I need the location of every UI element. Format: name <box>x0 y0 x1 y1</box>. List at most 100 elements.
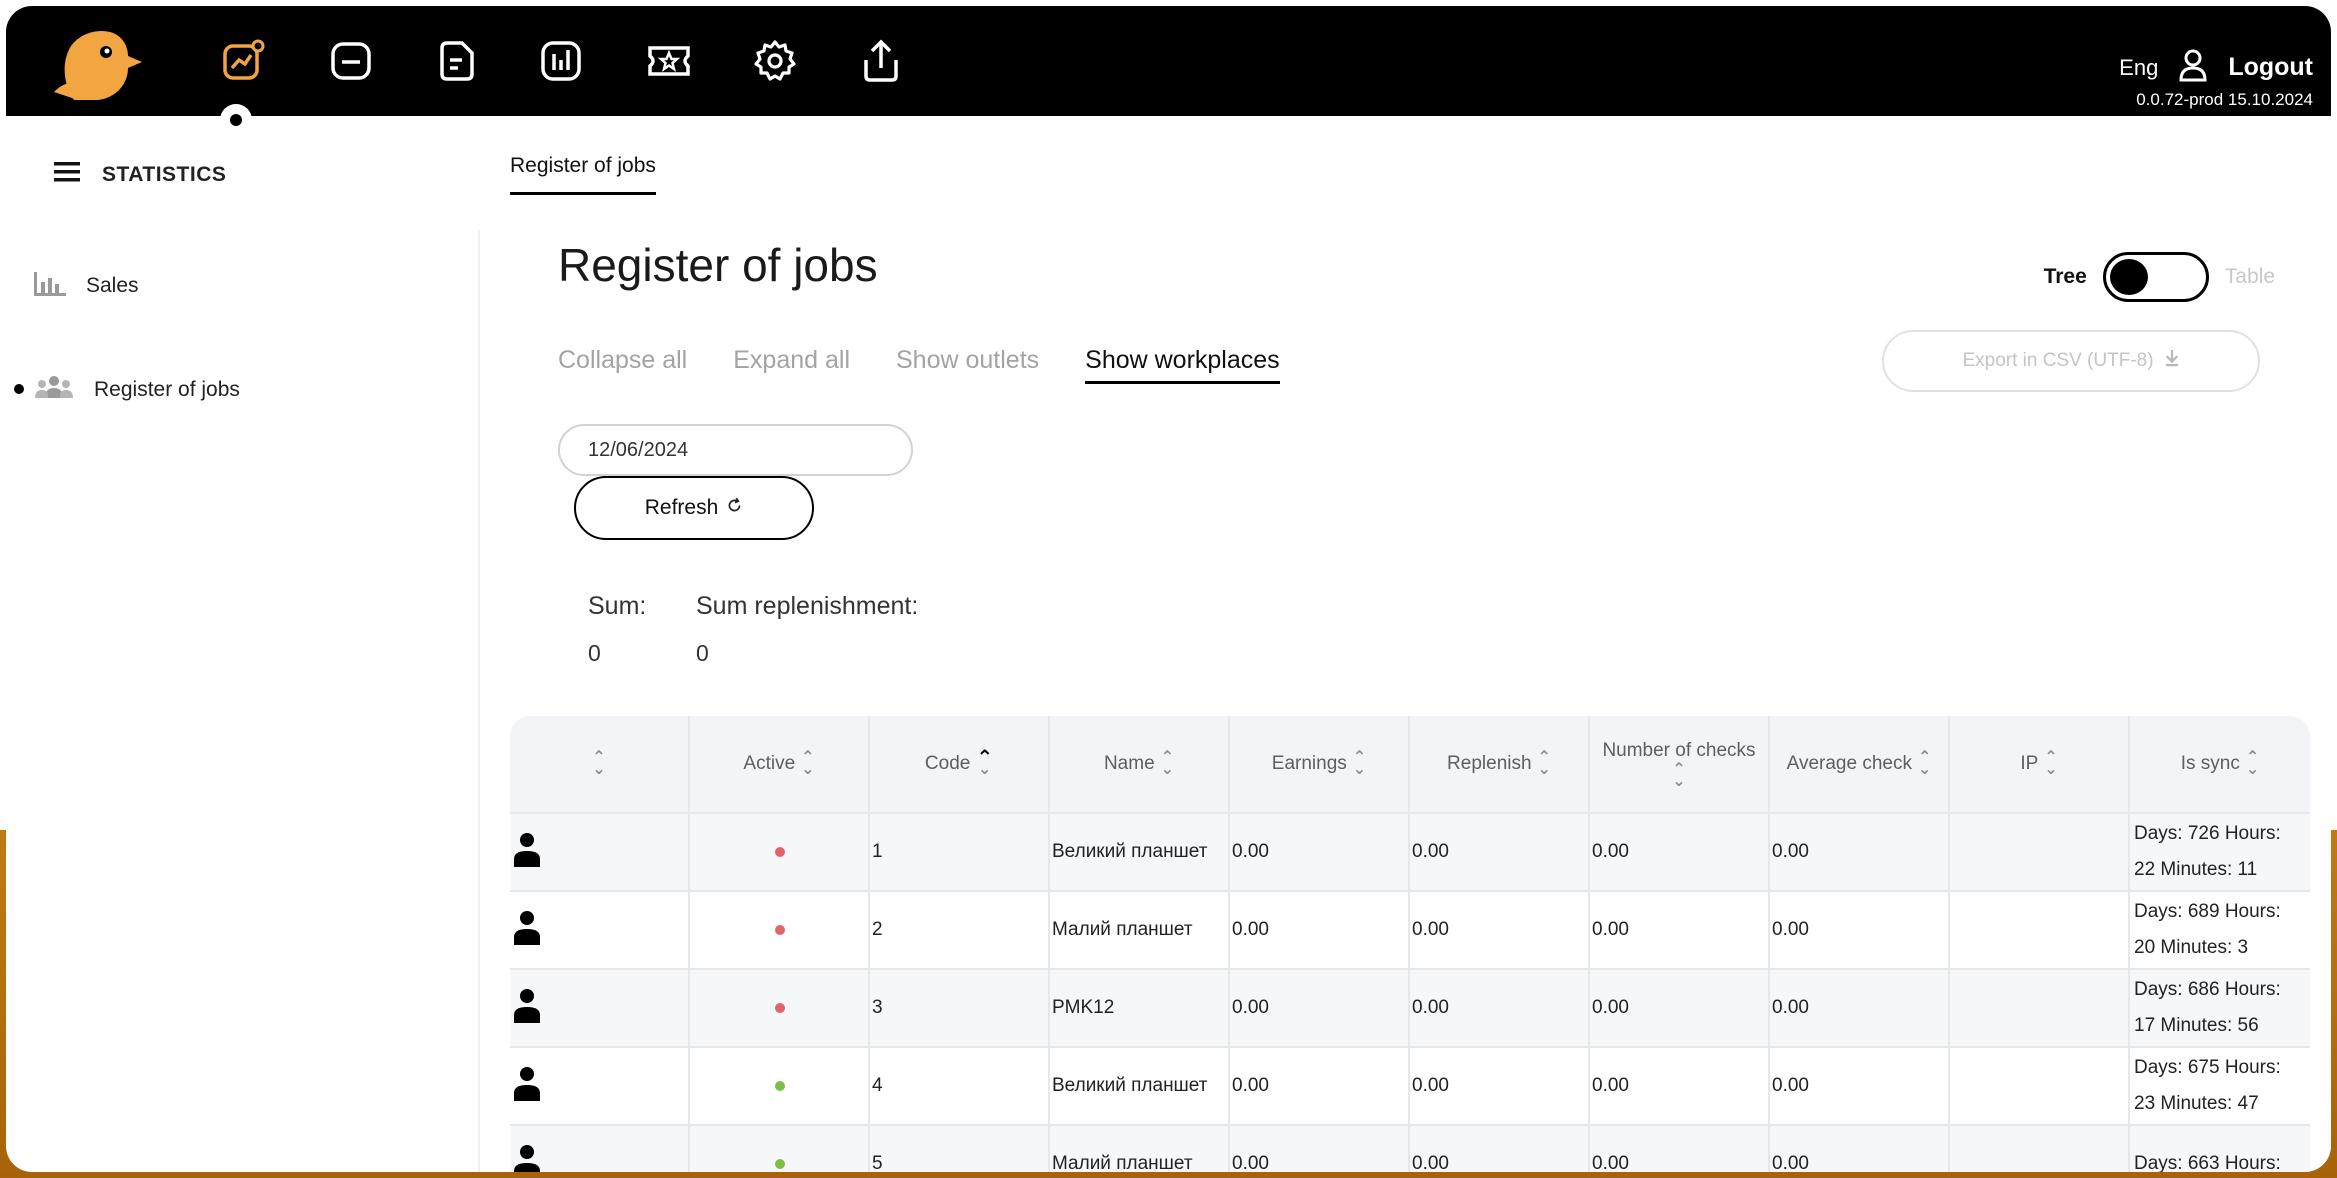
earnings-cell: 0.00 <box>1230 1048 1410 1124</box>
code-cell: 3 <box>870 970 1050 1046</box>
checks-cell: 0.00 <box>1590 970 1770 1046</box>
table-row[interactable]: 3 PMK12 0.00 0.00 0.00 0.00 Days: 686 Hours: 17… <box>510 968 2310 1046</box>
person-icon <box>512 909 542 951</box>
sum-replenishment-value: 0 <box>696 640 709 666</box>
average-check-cell: 0.00 <box>1770 1126 1950 1172</box>
expand-all-button[interactable]: Expand all <box>733 346 850 384</box>
earnings-cell: 0.00 <box>1230 1126 1410 1172</box>
language-selector[interactable]: Eng <box>2119 55 2158 81</box>
sidebar-divider <box>478 230 480 1172</box>
statistics-icon[interactable] <box>218 36 268 86</box>
name-cell: PMK12 <box>1050 970 1230 1046</box>
table-row[interactable]: 1 Великий планшет 0.00 0.00 0.00 0.00 Days: 72… <box>510 812 2310 890</box>
refresh-button[interactable]: Refresh <box>574 476 814 540</box>
sort-icon[interactable]: ⌃ ⌄ <box>2044 750 2057 778</box>
row-expand[interactable] <box>510 892 690 968</box>
column-label: Number of checks <box>1602 740 1756 761</box>
column-label: Is sync <box>2180 753 2240 774</box>
date-input[interactable] <box>558 424 913 476</box>
folder-icon[interactable] <box>326 36 376 86</box>
breadcrumb-tab[interactable]: Register of jobs <box>510 154 656 195</box>
sort-icon[interactable]: ⌃ ⌄ <box>801 750 814 778</box>
replenish-cell: 0.00 <box>1410 1048 1590 1124</box>
settings-icon[interactable] <box>750 36 800 86</box>
table-row[interactable]: 5 Малий планшет 0.00 0.00 0.00 0.00 Days: 663 … <box>510 1124 2310 1172</box>
column-header-expand[interactable]: ⌃ ⌄ <box>510 716 690 812</box>
sort-icon[interactable]: ⌃ ⌄ <box>1672 762 1685 790</box>
person-icon <box>512 1143 542 1172</box>
sidebar-item-label: Register of jobs <box>94 378 240 401</box>
user-icon[interactable] <box>2178 48 2208 87</box>
column-label: Active <box>743 753 796 774</box>
sort-icon[interactable]: ⌃ ⌄ <box>1161 750 1174 778</box>
menu-icon[interactable] <box>54 162 80 187</box>
sync-line: Days: 726 Hours: <box>2134 823 2281 844</box>
column-header-replenish[interactable]: Replenish ⌃ ⌄ <box>1410 716 1590 812</box>
average-check-cell: 0.00 <box>1770 814 1950 890</box>
show-outlets-button[interactable]: Show outlets <box>896 346 1039 384</box>
toggle-label-tree[interactable]: Tree <box>2044 265 2087 289</box>
checks-cell: 0.00 <box>1590 814 1770 890</box>
row-expand[interactable] <box>510 1048 690 1124</box>
toggle-label-table[interactable]: Table <box>2225 265 2275 289</box>
sync-line: 23 Minutes: 47 <box>2134 1093 2259 1114</box>
is-sync-cell: Days: 689 Hours: 20 Minutes: 3 <box>2130 892 2310 968</box>
sort-icon[interactable]: ⌃ ⌄ <box>1538 750 1551 778</box>
table-row[interactable]: 2 Малий планшет 0.00 0.00 0.00 0.00 Days: 689 … <box>510 890 2310 968</box>
sort-icon[interactable]: ⌃ ⌄ <box>1353 750 1366 778</box>
upload-icon[interactable] <box>856 36 906 86</box>
export-label: Export in CSV (UTF-8) <box>1962 350 2154 371</box>
status-dot <box>775 925 785 935</box>
logout-button[interactable]: Logout <box>2228 53 2313 82</box>
refresh-label: Refresh <box>644 496 719 519</box>
column-header-name[interactable]: Name ⌃ ⌄ <box>1050 716 1230 812</box>
sync-line: Days: 675 Hours: <box>2134 1057 2281 1078</box>
sort-icon[interactable]: ⌃ ⌄ <box>976 748 993 778</box>
sort-icon[interactable]: ⌃ ⌄ <box>2246 750 2259 778</box>
earnings-cell: 0.00 <box>1230 892 1410 968</box>
column-header-average-check[interactable]: Average check ⌃ ⌄ <box>1770 716 1950 812</box>
row-expand[interactable] <box>510 814 690 890</box>
show-workplaces-button[interactable]: Show workplaces <box>1085 346 1280 384</box>
active-item-bullet <box>14 384 24 394</box>
table-row[interactable]: 4 Великий планшет 0.00 0.00 0.00 0.00 Days: 67… <box>510 1046 2310 1124</box>
sort-icon[interactable]: ⌃ ⌄ <box>1918 750 1931 778</box>
bar-chart-icon[interactable] <box>536 36 586 86</box>
column-header-is-sync[interactable]: Is sync ⌃ ⌄ <box>2130 716 2310 812</box>
column-header-earnings[interactable]: Earnings ⌃ ⌄ <box>1230 716 1410 812</box>
column-header-ip[interactable]: IP ⌃ ⌄ <box>1950 716 2130 812</box>
active-cell <box>690 892 870 968</box>
document-icon[interactable] <box>432 36 482 86</box>
sidebar-item-sales[interactable]: Sales <box>34 270 139 302</box>
column-label: Name <box>1103 753 1155 774</box>
name-cell: Великий планшет <box>1050 814 1230 890</box>
person-icon <box>512 1065 542 1107</box>
column-header-code[interactable]: Code ⌃ ⌄ <box>870 716 1050 812</box>
column-header-number-of-checks[interactable]: Number of checks ⌃ ⌄ <box>1590 716 1770 812</box>
checks-cell: 0.00 <box>1590 1048 1770 1124</box>
sync-line: 20 Minutes: 3 <box>2134 937 2249 958</box>
top-bar: Eng Logout 0.0.72-prod 15.10.2024 <box>6 6 2331 116</box>
collapse-all-button[interactable]: Collapse all <box>558 346 687 384</box>
export-csv-button[interactable]: Export in CSV (UTF-8) <box>1882 330 2260 392</box>
ticket-icon[interactable] <box>644 36 694 86</box>
sidebar: STATISTICS Sales Register of jobs <box>6 116 481 1172</box>
sum-value: 0 <box>588 640 601 666</box>
column-header-active[interactable]: Active ⌃ ⌄ <box>690 716 870 812</box>
is-sync-cell: Days: 663 Hours: <box>2130 1126 2310 1172</box>
status-dot <box>775 847 785 857</box>
status-dot <box>775 1159 785 1169</box>
bird-logo[interactable] <box>54 26 144 102</box>
tree-table-switch[interactable] <box>2102 252 2209 302</box>
column-label: Replenish <box>1447 753 1532 774</box>
active-cell <box>690 814 870 890</box>
sync-line: 17 Minutes: 56 <box>2134 1015 2259 1036</box>
sidebar-item-register-of-jobs[interactable]: Register of jobs <box>34 374 240 406</box>
sync-line: 22 Minutes: 11 <box>2134 859 2258 880</box>
row-expand[interactable] <box>510 1126 690 1172</box>
row-expand[interactable] <box>510 970 690 1046</box>
active-cell <box>690 970 870 1046</box>
sort-icon[interactable]: ⌃ ⌄ <box>592 750 605 778</box>
name-cell: Малий планшет <box>1050 892 1230 968</box>
average-check-cell: 0.00 <box>1770 970 1950 1046</box>
